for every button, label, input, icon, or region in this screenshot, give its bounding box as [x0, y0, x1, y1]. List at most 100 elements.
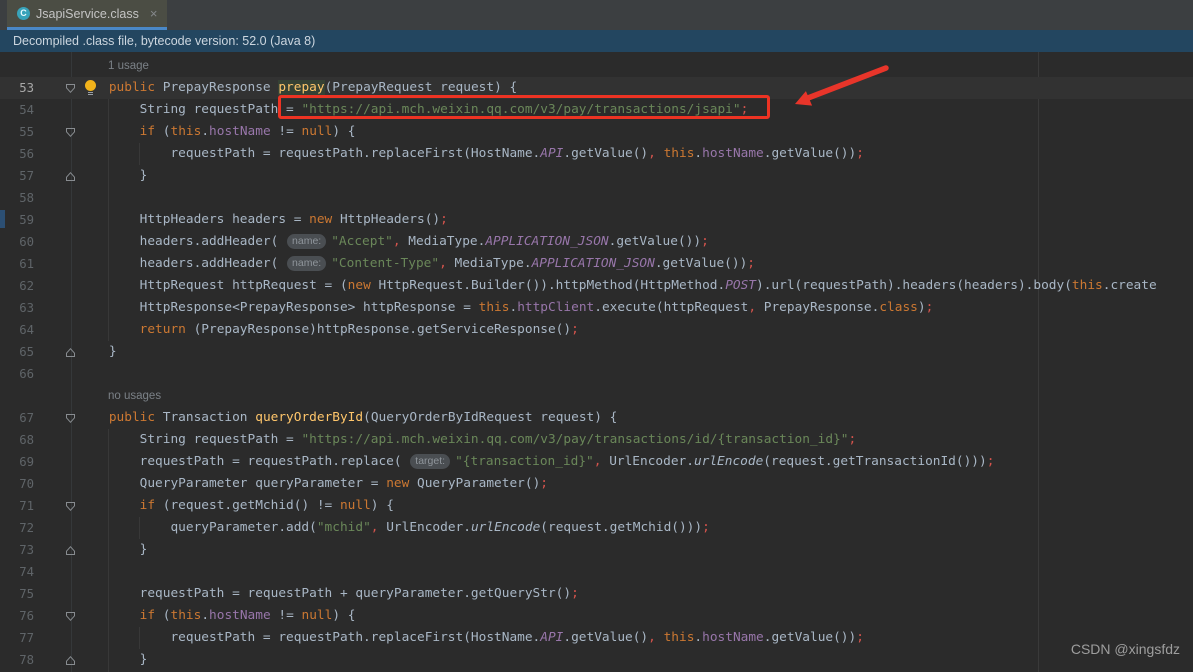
code-line-59[interactable]: 59 HttpHeaders headers = new HttpHeaders…: [0, 209, 1193, 231]
editor-tab-bar: C JsapiService.class ×: [0, 0, 1193, 30]
editor-rows: 1 usage 53 public PrepayResponse prepay(P…: [0, 55, 1193, 671]
gutter-spacer: [34, 627, 78, 649]
line-number[interactable]: 72: [0, 517, 34, 539]
line-number[interactable]: 77: [0, 627, 34, 649]
line-number[interactable]: 55: [0, 121, 34, 143]
code-line-53[interactable]: 53 public PrepayResponse prepay(PrepayRe…: [0, 77, 1193, 99]
code-line-63[interactable]: 63 HttpResponse<PrepayResponse> httpResp…: [0, 297, 1193, 319]
fold-end-icon[interactable]: [34, 649, 78, 671]
code-text: queryParameter.add("mchid", UrlEncoder.u…: [78, 520, 710, 535]
code-editor[interactable]: 1 usage 53 public PrepayResponse prepay(P…: [0, 52, 1193, 672]
code-line-69[interactable]: 69 requestPath = requestPath.replace( ta…: [0, 451, 1193, 473]
line-number[interactable]: 69: [0, 451, 34, 473]
gutter-spacer: [34, 275, 78, 297]
line-number[interactable]: 54: [0, 99, 34, 121]
code-line-65[interactable]: 65 }: [0, 341, 1193, 363]
line-number[interactable]: 64: [0, 319, 34, 341]
line-number[interactable]: 60: [0, 231, 34, 253]
gutter-spacer: [34, 99, 78, 121]
line-number[interactable]: 76: [0, 605, 34, 627]
code-line-64[interactable]: 64 return (PrepayResponse)httpResponse.g…: [0, 319, 1193, 341]
code-line-61[interactable]: 61 headers.addHeader( name: "Content-Type…: [0, 253, 1193, 275]
code-text: requestPath = requestPath.replace( targe…: [78, 454, 995, 469]
line-number[interactable]: 71: [0, 495, 34, 517]
gutter-spacer: [34, 363, 78, 385]
java-class-icon: C: [17, 7, 30, 20]
tab-jsapiservice[interactable]: C JsapiService.class ×: [7, 0, 168, 30]
line-number[interactable]: 61: [0, 253, 34, 275]
code-line-54[interactable]: 54 String requestPath = "https://api.mch…: [0, 99, 1193, 121]
code-line-57[interactable]: 57 }: [0, 165, 1193, 187]
gutter-spacer: [34, 561, 78, 583]
line-number[interactable]: 53: [0, 77, 34, 99]
fold-start-icon[interactable]: [34, 605, 78, 627]
code-line-62[interactable]: 62 HttpRequest httpRequest = (new HttpRe…: [0, 275, 1193, 297]
code-vision-label[interactable]: no usages: [0, 385, 1193, 407]
parameter-hint: target:: [410, 454, 451, 469]
code-text: no usages: [108, 390, 162, 402]
line-number[interactable]: 75: [0, 583, 34, 605]
code-line-58[interactable]: 58: [0, 187, 1193, 209]
code-line-75[interactable]: 75 requestPath = requestPath + queryPara…: [0, 583, 1193, 605]
code-line-60[interactable]: 60 headers.addHeader( name: "Accept", Med…: [0, 231, 1193, 253]
code-line-76[interactable]: 76 if (this.hostName != null) {: [0, 605, 1193, 627]
gutter-spacer: [34, 583, 78, 605]
code-line-67[interactable]: 67 public Transaction queryOrderById(Que…: [0, 407, 1193, 429]
line-number[interactable]: 70: [0, 473, 34, 495]
code-text: }: [78, 344, 117, 359]
fold-start-icon[interactable]: [34, 121, 78, 143]
code-text: }: [78, 168, 148, 183]
fold-end-icon[interactable]: [34, 539, 78, 561]
line-number[interactable]: 66: [0, 363, 34, 385]
fold-start-icon[interactable]: [34, 77, 78, 99]
code-text: return (PrepayResponse)httpResponse.getS…: [139, 322, 579, 337]
line-number[interactable]: 78: [0, 649, 34, 671]
code-text: requestPath = requestPath + queryParamet…: [78, 586, 579, 601]
ide-window: C JsapiService.class × Decompiled .class…: [0, 0, 1193, 672]
gutter-spacer: [34, 297, 78, 319]
code-line-74[interactable]: 74: [0, 561, 1193, 583]
gutter-spacer: [34, 209, 78, 231]
gutter-spacer: [34, 429, 78, 451]
fold-start-icon[interactable]: [34, 495, 78, 517]
code-line-72[interactable]: 72 queryParameter.add("mchid", UrlEncode…: [0, 517, 1193, 539]
code-line-66[interactable]: 66: [0, 363, 1193, 385]
line-number[interactable]: 68: [0, 429, 34, 451]
code-text: headers.addHeader( name: "Accept", MediaT…: [78, 234, 709, 249]
fold-start-icon[interactable]: [34, 407, 78, 429]
gutter-spacer: [34, 143, 78, 165]
code-vision-label[interactable]: 1 usage: [0, 55, 1193, 77]
watermark: CSDN @xingsfdz: [1070, 641, 1180, 657]
gutter-spacer: [34, 187, 78, 209]
line-number[interactable]: 65: [0, 341, 34, 363]
tab-title: JsapiService.class: [36, 6, 139, 21]
line-number[interactable]: 67: [0, 407, 34, 429]
intention-bulb-icon[interactable]: [85, 80, 96, 95]
tab-close-icon[interactable]: ×: [150, 7, 158, 20]
line-number[interactable]: 59: [0, 209, 34, 231]
line-number: [0, 385, 34, 407]
code-line-77[interactable]: 77 requestPath = requestPath.replaceFirs…: [0, 627, 1193, 649]
fold-end-icon[interactable]: [34, 165, 78, 187]
code-text: }: [78, 542, 148, 557]
code-line-68[interactable]: 68 String requestPath = "https://api.mch…: [0, 429, 1193, 451]
code-line-70[interactable]: 70 QueryParameter queryParameter = new Q…: [0, 473, 1193, 495]
code-text: 1 usage: [108, 60, 149, 72]
line-number[interactable]: 58: [0, 187, 34, 209]
code-line-78[interactable]: 78 }: [0, 649, 1193, 671]
line-number[interactable]: 73: [0, 539, 34, 561]
gutter-spacer: [34, 385, 78, 407]
code-line-71[interactable]: 71 if (request.getMchid() != null) {: [0, 495, 1193, 517]
code-line-56[interactable]: 56 requestPath = requestPath.replaceFirs…: [0, 143, 1193, 165]
line-number[interactable]: 62: [0, 275, 34, 297]
line-number[interactable]: 74: [0, 561, 34, 583]
code-line-73[interactable]: 73 }: [0, 539, 1193, 561]
line-number[interactable]: 56: [0, 143, 34, 165]
line-number[interactable]: 57: [0, 165, 34, 187]
code-line-55[interactable]: 55 if (this.hostName != null) {: [0, 121, 1193, 143]
line-number[interactable]: 63: [0, 297, 34, 319]
fold-end-icon[interactable]: [34, 341, 78, 363]
